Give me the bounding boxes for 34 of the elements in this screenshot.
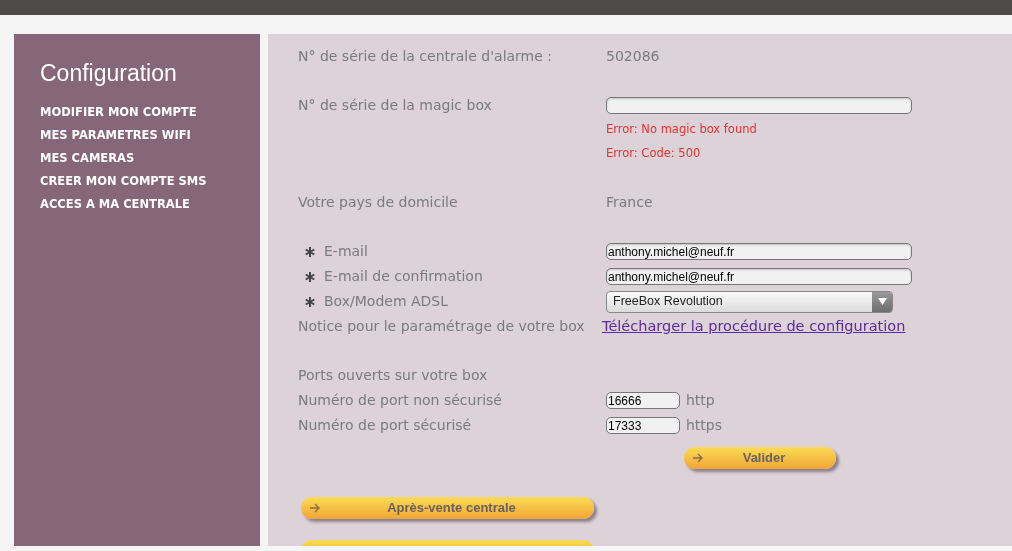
- field-value: France: [606, 193, 653, 212]
- field-label: Notice pour le paramétrage de votre box: [298, 317, 585, 336]
- download-link[interactable]: Télécharger la procédure de configuration: [602, 315, 906, 338]
- field-label: Numéro de port non sécurisé: [298, 391, 502, 410]
- dropdown[interactable]: FreeBox Revolution: [606, 290, 893, 313]
- input-field[interactable]: [606, 97, 912, 114]
- field-label: E-mail de confirmation: [324, 267, 483, 286]
- field-label: Box/Modem ADSL: [324, 292, 449, 311]
- port-field[interactable]: 17333: [606, 417, 680, 434]
- field-label: E-mail: [324, 242, 368, 261]
- field-value: 502086: [606, 47, 660, 66]
- port-field[interactable]: 16666: [606, 392, 680, 409]
- button[interactable]: Après-vente centrale: [301, 497, 594, 519]
- sidebar-link[interactable]: MES PARAMETRES WIFI: [40, 124, 191, 147]
- sidebar-link[interactable]: MODIFIER MON COMPTE: [40, 101, 197, 124]
- sidebar-link[interactable]: ACCES A MA CENTRALE: [40, 193, 190, 216]
- field-label: N° de série de la centrale d'alarme :: [298, 47, 553, 66]
- field-label: Votre pays de domicile: [298, 193, 458, 212]
- sidebar-title: Configuration: [40, 59, 177, 87]
- input-field[interactable]: anthony.michel@neuf.fr: [606, 268, 912, 285]
- protocol-label: http: [686, 391, 715, 410]
- input-field[interactable]: anthony.michel@neuf.fr: [606, 243, 912, 260]
- button[interactable]: Valider: [684, 447, 836, 469]
- field-label: N° de série de la magic box: [298, 96, 492, 115]
- field-label: Ports ouverts sur votre box: [298, 366, 488, 385]
- error-message: Error: Code: 500: [606, 145, 701, 163]
- sidebar-link[interactable]: MES CAMERAS: [40, 147, 135, 170]
- field-label: Numéro de port sécurisé: [298, 416, 472, 435]
- caret-icon: [877, 298, 887, 305]
- protocol-label: https: [686, 416, 723, 435]
- arrow-icon: [692, 453, 704, 463]
- arrow-icon: [309, 503, 321, 513]
- error-message: Error: No magic box found: [606, 121, 757, 139]
- sidebar-link[interactable]: CREER MON COMPTE SMS: [40, 170, 207, 193]
